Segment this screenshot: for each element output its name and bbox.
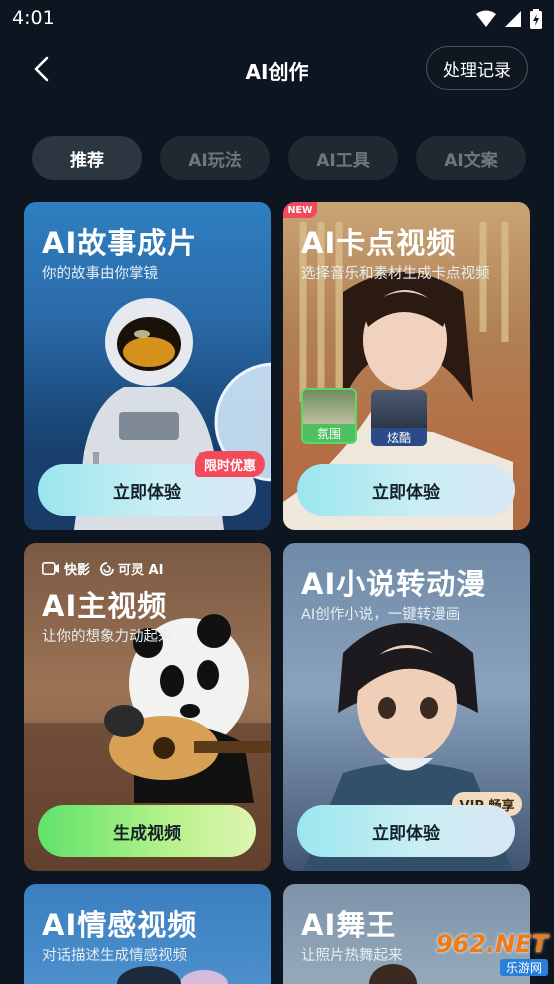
card-title: AI卡点视频 <box>301 226 457 260</box>
card-ai-beat-video[interactable]: NEW AI卡点视频 选择音乐和素材生成卡点视频 氛围 炫酷 立即体验 <box>283 202 530 530</box>
card-title: AI故事成片 <box>42 226 198 260</box>
history-button[interactable]: 处理记录 <box>426 46 528 90</box>
tab-ai-copywriting[interactable]: AI文案 <box>416 136 526 180</box>
card-ai-emotion-video[interactable]: AI情感视频 对话描述生成情感视频 <box>24 884 271 984</box>
status-time: 4:01 <box>12 7 55 29</box>
style-thumb-atmosphere[interactable]: 氛围 <box>301 388 357 444</box>
card-ai-story[interactable]: AI故事成片 你的故事由你掌镜 立即体验 限时优惠 <box>24 202 271 530</box>
card-subtitle: 对话描述生成情感视频 <box>42 948 187 964</box>
battery-icon <box>530 9 542 29</box>
keling-brand: 可灵 AI <box>100 559 163 578</box>
card-ai-main-video[interactable]: 快影 可灵 AI AI主视频 让你的想象力动起来 生成视频 <box>24 543 271 871</box>
status-bar: 4:01 <box>0 0 554 38</box>
card-subtitle: 让你的想象力动起来 <box>42 629 173 645</box>
card-title: AI主视频 <box>42 589 168 623</box>
card-subtitle: 你的故事由你掌镜 <box>42 266 158 282</box>
brand-name: 可灵 AI <box>118 563 164 578</box>
style-thumb-cool[interactable]: 炫酷 <box>371 390 427 446</box>
thumb-label: 氛围 <box>303 424 355 442</box>
video-camera-icon <box>42 562 59 575</box>
limited-offer-badge: 限时优惠 <box>195 451 265 477</box>
card-subtitle: AI创作小说，一键转漫画 <box>301 607 461 623</box>
card-subtitle: 让照片热舞起来 <box>301 948 403 964</box>
category-tabs: 推荐 AI玩法 AI工具 AI文案 <box>32 136 526 180</box>
thumb-label: 炫酷 <box>371 428 427 446</box>
keling-logo-icon <box>100 561 114 576</box>
kuaiying-brand: 快影 <box>42 559 90 578</box>
card-ai-novel-to-anime[interactable]: AI小说转动漫 AI创作小说，一键转漫画 VIP 畅享 立即体验 <box>283 543 530 871</box>
try-now-button[interactable]: 立即体验 <box>297 805 515 857</box>
card-subtitle: 选择音乐和素材生成卡点视频 <box>301 266 490 282</box>
status-icons <box>476 9 542 29</box>
brand-name: 快影 <box>64 563 91 578</box>
signal-icon <box>505 11 521 27</box>
generate-video-button[interactable]: 生成视频 <box>38 805 256 857</box>
card-title: AI舞王 <box>301 908 397 942</box>
wifi-icon <box>476 10 496 27</box>
tab-recommend[interactable]: 推荐 <box>32 136 142 180</box>
site-watermark: 962.NET 乐游网 <box>408 930 548 976</box>
back-arrow-icon[interactable] <box>28 54 58 84</box>
tab-ai-tools[interactable]: AI工具 <box>288 136 398 180</box>
tab-ai-play[interactable]: AI玩法 <box>160 136 270 180</box>
try-now-button[interactable]: 立即体验 <box>297 464 515 516</box>
watermark-main: 962.NET <box>435 930 548 958</box>
card-title: AI情感视频 <box>42 908 198 942</box>
brand-row: 快影 可灵 AI <box>42 559 163 578</box>
watermark-sub: 乐游网 <box>499 959 548 976</box>
card-title: AI小说转动漫 <box>301 567 487 601</box>
new-badge: NEW <box>283 202 317 218</box>
